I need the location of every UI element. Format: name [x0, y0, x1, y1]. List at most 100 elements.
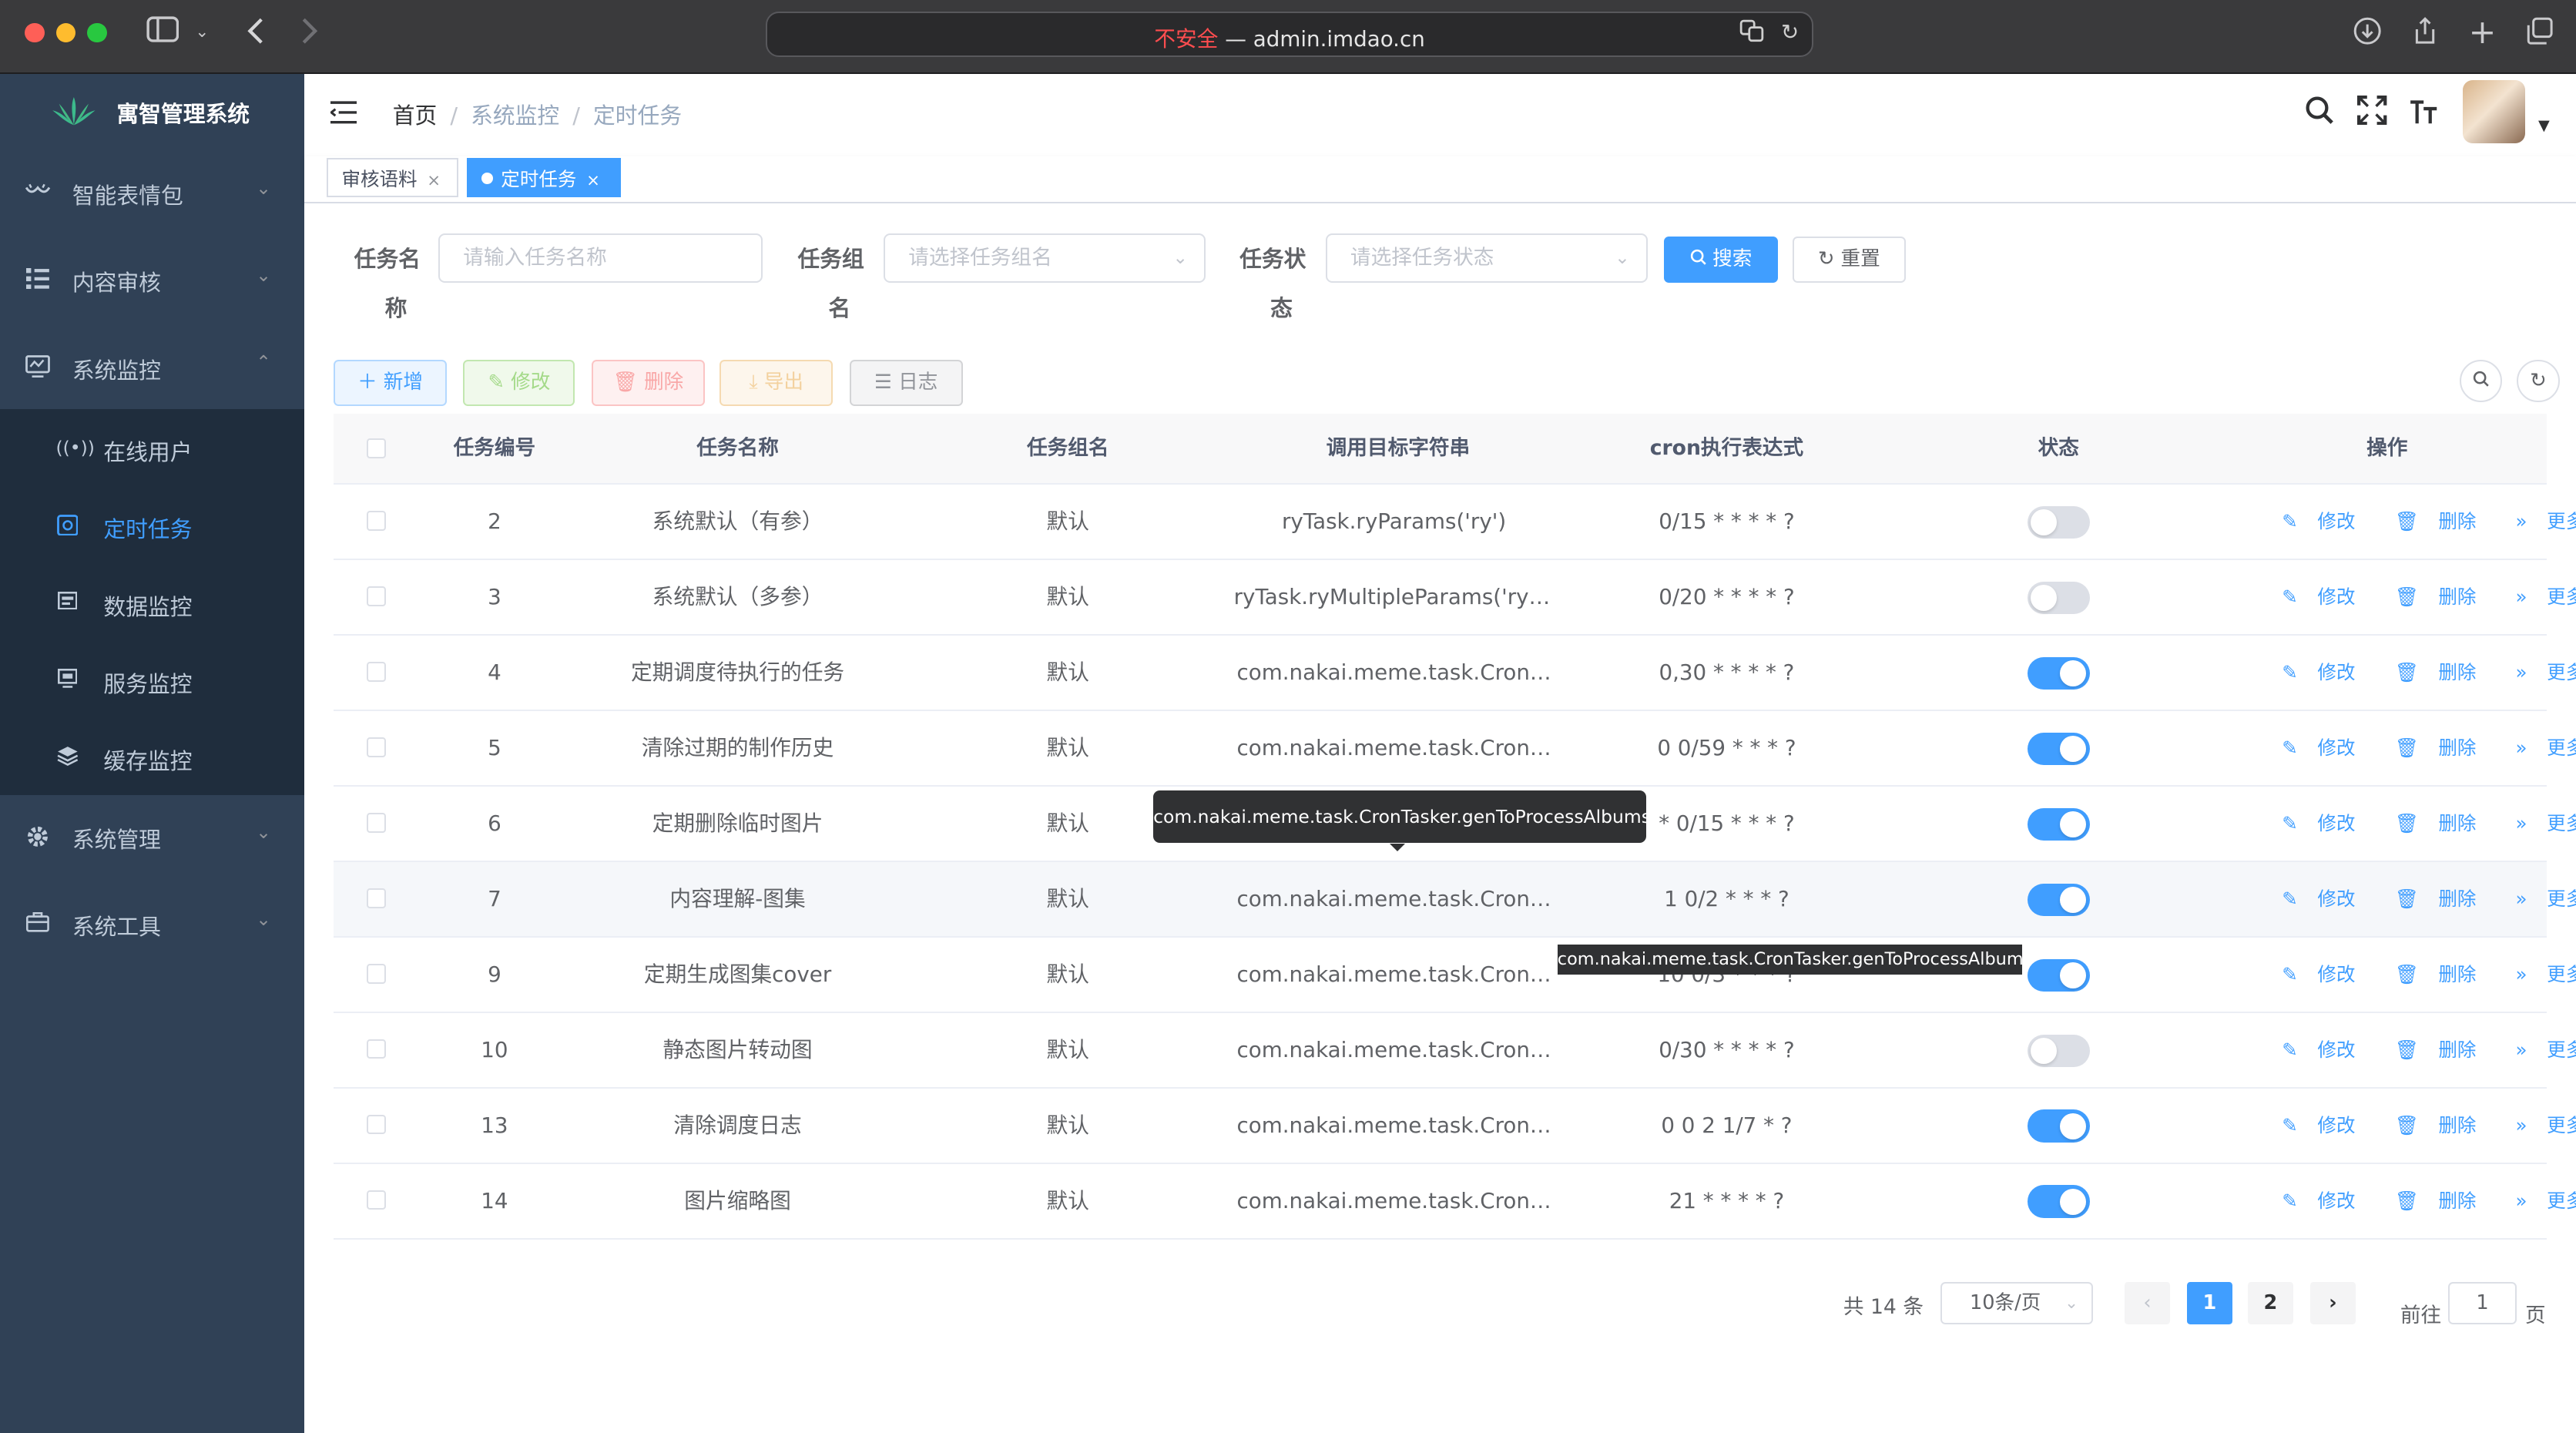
status-switch[interactable] [2027, 1034, 2090, 1068]
toggle-search-button[interactable] [2459, 360, 2503, 403]
column-header[interactable]: 任务名称 [582, 414, 894, 483]
hamburger-icon[interactable] [329, 100, 357, 131]
row-more-link[interactable]: » 更多 [2516, 1039, 2576, 1061]
cell-invoke-target[interactable]: com.nakai.meme.task.Cron… [1234, 862, 1555, 936]
table-row[interactable]: 2 系统默认（有参） 默认 ryTask.ryParams('ry') 0/15 * *… [333, 485, 2576, 560]
status-switch[interactable] [2027, 581, 2090, 615]
menu-item-system-management[interactable]: 系统管理 ⌄ [0, 797, 304, 879]
tag-review-corpus[interactable]: 审核语料 × [327, 157, 458, 197]
cell-cron-expression[interactable]: 0 0/59 * * * ? [1595, 711, 1858, 785]
row-edit-link[interactable]: ✎ 修改 [2282, 737, 2375, 759]
row-edit-link[interactable]: ✎ 修改 [2282, 1039, 2375, 1061]
zoom-window-button[interactable] [87, 22, 107, 43]
row-delete-link[interactable]: 🗑 删除 [2395, 661, 2496, 683]
row-more-link[interactable]: » 更多 [2516, 1114, 2576, 1136]
status-switch[interactable] [2027, 1185, 2090, 1219]
row-checkbox[interactable] [366, 888, 387, 908]
menu-item-emoji[interactable]: 智能表情包 ⌄ [0, 153, 304, 235]
cell-cron-expression[interactable]: 21 * * * * ? [1595, 1164, 1858, 1238]
download-icon[interactable] [2350, 16, 2386, 49]
row-delete-link[interactable]: 🗑 删除 [2395, 1039, 2496, 1061]
column-header[interactable]: 状态 [1977, 414, 2141, 483]
menu-item-system-tools[interactable]: 系统工具 ⌄ [0, 884, 304, 966]
row-edit-link[interactable]: ✎ 修改 [2282, 888, 2375, 910]
row-checkbox[interactable] [366, 963, 387, 984]
cell-cron-expression[interactable]: 1 0/2 * * * ? [1595, 862, 1858, 936]
cell-invoke-target[interactable]: ryTask.ryParams('ry') [1234, 485, 1555, 559]
font-size-icon[interactable] [2409, 96, 2438, 133]
row-checkbox[interactable] [366, 737, 387, 757]
row-more-link[interactable]: » 更多 [2516, 888, 2576, 910]
row-checkbox[interactable] [366, 586, 387, 606]
avatar[interactable] [2462, 80, 2525, 143]
table-row[interactable]: 13 清除调度日志 默认 com.nakai.meme.task.Cron… 0 0 2… [333, 1088, 2576, 1164]
job-name-input[interactable]: 请输入任务名称 [438, 233, 763, 283]
cell-cron-expression[interactable]: 0/30 * * * * ? [1595, 1013, 1858, 1087]
row-checkbox[interactable] [366, 662, 387, 682]
column-header[interactable]: 调用目标字符串 [1209, 414, 1588, 483]
submenu-item-data-monitor[interactable]: 数据监控 [0, 565, 304, 643]
refresh-button[interactable]: ↻ [2517, 360, 2560, 403]
submenu-item-cache-monitor[interactable]: 缓存监控 [0, 720, 304, 797]
column-header[interactable]: 任务编号 [412, 414, 576, 483]
cell-invoke-target[interactable]: com.nakai.meme.task.Cron… [1234, 938, 1555, 1012]
edit-button[interactable]: ✎ 修改 [463, 360, 575, 406]
row-edit-link[interactable]: ✎ 修改 [2282, 812, 2375, 834]
tab-overview-icon[interactable] [2522, 16, 2558, 49]
submenu-item-online-users[interactable]: ((•)) 在线用户 [0, 411, 304, 488]
page-size-select[interactable]: 10条/页 ⌄ [1940, 1281, 2094, 1324]
row-checkbox[interactable] [366, 1039, 387, 1059]
caret-down-icon[interactable]: ▼ [2538, 116, 2550, 134]
column-header[interactable]: cron执行表达式 [1595, 414, 1858, 483]
job-group-select[interactable]: 请选择任务组名 ⌄ [884, 233, 1206, 283]
back-icon[interactable] [240, 16, 269, 49]
status-select[interactable]: 请选择任务状态 ⌄ [1326, 233, 1649, 283]
row-edit-link[interactable]: ✎ 修改 [2282, 1114, 2375, 1136]
row-edit-link[interactable]: ✎ 修改 [2282, 586, 2375, 608]
cell-cron-expression[interactable]: 0/20 * * * * ? [1595, 560, 1858, 634]
close-icon[interactable]: × [586, 171, 600, 190]
status-switch[interactable] [2027, 1109, 2090, 1143]
logo[interactable]: 寓智管理系统 [0, 74, 304, 149]
reset-button[interactable]: ↻ 重置 [1792, 237, 1906, 283]
table-row[interactable]: 3 系统默认（多参） 默认 ryTask.ryMultipleParams('ry'…… [333, 559, 2576, 636]
table-row[interactable]: 4 定期调度待执行的任务 默认 com.nakai.meme.task.Cron… 0,… [333, 635, 2576, 711]
row-edit-link[interactable]: ✎ 修改 [2282, 510, 2375, 532]
row-checkbox[interactable] [366, 511, 387, 531]
row-more-link[interactable]: » 更多 [2516, 586, 2576, 608]
status-switch[interactable] [2027, 732, 2090, 766]
cell-cron-expression[interactable]: 0/15 * * * * ? [1595, 485, 1858, 559]
row-more-link[interactable]: » 更多 [2516, 737, 2576, 759]
translate-icon[interactable] [1739, 19, 1766, 48]
submenu-item-server-monitor[interactable]: 服务监控 [0, 643, 304, 720]
menu-item-content-review[interactable]: 内容审核 ⌄ [0, 240, 304, 322]
sidebar-toggle-icon[interactable] [145, 16, 181, 49]
delete-button[interactable]: 🗑 删除 [591, 360, 705, 406]
row-more-link[interactable]: » 更多 [2516, 510, 2576, 532]
menu-item-system-monitor[interactable]: 系统监控 ⌃ [0, 327, 304, 409]
page-button[interactable]: 1 [2186, 1281, 2233, 1324]
next-page-button[interactable]: › [2309, 1281, 2356, 1324]
prev-page-button[interactable]: ‹ [2124, 1281, 2171, 1324]
log-button[interactable]: ☰ 日志 [849, 360, 963, 406]
row-more-link[interactable]: » 更多 [2516, 963, 2576, 985]
row-edit-link[interactable]: ✎ 修改 [2282, 661, 2375, 683]
chevron-down-icon[interactable]: ⌄ [190, 16, 213, 49]
table-row[interactable]: 7 内容理解-图集 默认 com.nakai.meme.task.Cron… 1 0/2… [333, 861, 2576, 938]
share-icon[interactable] [2407, 16, 2443, 49]
row-more-link[interactable]: » 更多 [2516, 661, 2576, 683]
minimize-window-button[interactable] [55, 22, 76, 43]
status-switch[interactable] [2027, 883, 2090, 917]
row-checkbox[interactable] [366, 812, 387, 833]
row-delete-link[interactable]: 🗑 删除 [2395, 1190, 2496, 1212]
search-icon[interactable] [2305, 96, 2334, 133]
close-window-button[interactable] [24, 22, 45, 43]
row-checkbox[interactable] [366, 1190, 387, 1210]
status-switch[interactable] [2027, 656, 2090, 690]
forward-icon[interactable] [296, 16, 325, 49]
row-delete-link[interactable]: 🗑 删除 [2395, 963, 2496, 985]
column-header[interactable]: 任务组名 [944, 414, 1191, 483]
reload-icon[interactable]: ↻ [1781, 19, 1799, 45]
row-more-link[interactable]: » 更多 [2516, 1190, 2576, 1212]
cell-invoke-target[interactable]: com.nakai.meme.task.Cron… [1234, 636, 1555, 710]
